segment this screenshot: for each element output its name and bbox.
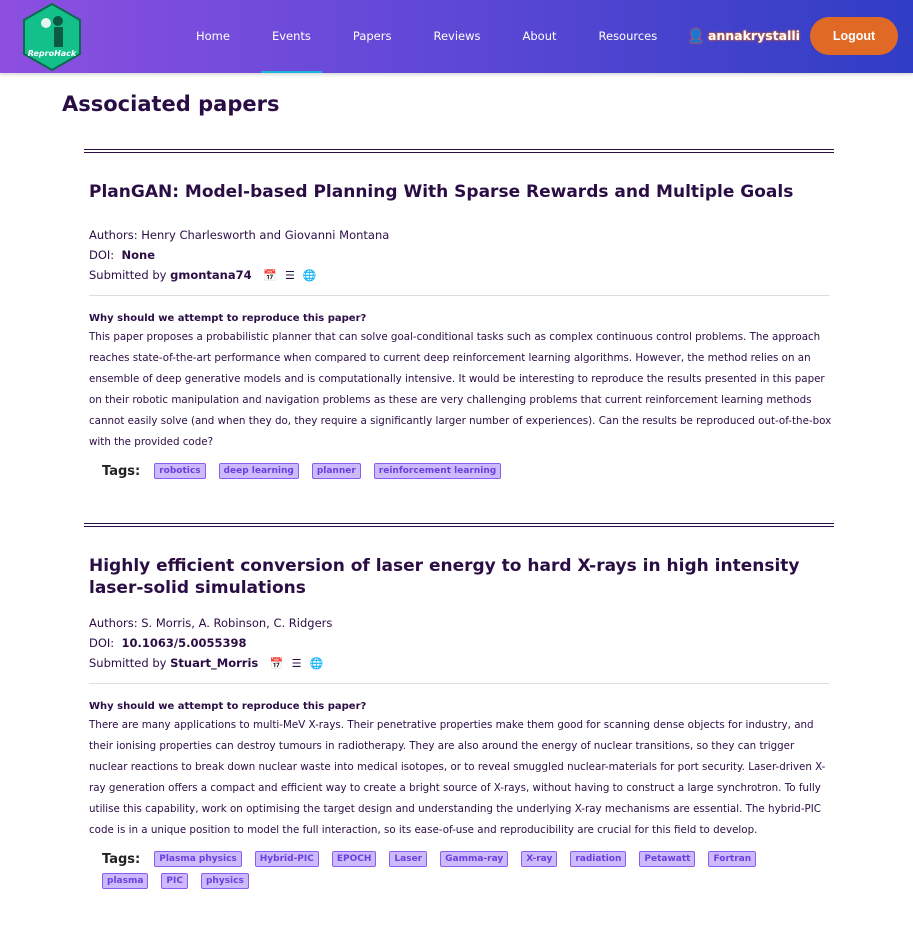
authors-label: Authors: xyxy=(89,616,138,630)
paper-card: Highly efficient conversion of laser ene… xyxy=(84,523,834,889)
paper-authors: Authors: Henry Charlesworth and Giovanni… xyxy=(89,225,834,245)
tag[interactable]: physics xyxy=(200,873,249,889)
tag[interactable]: EPOCH xyxy=(331,851,377,867)
paper-doi: DOI: 10.1063/5.0055398 xyxy=(89,633,834,653)
authors-value: Henry Charlesworth and Giovanni Montana xyxy=(141,228,390,242)
globe-icon[interactable]: 🌐 xyxy=(303,266,317,286)
tag[interactable]: radiation xyxy=(570,851,627,867)
submitter-name: gmontana74 xyxy=(170,268,252,282)
nav-papers[interactable]: Papers xyxy=(342,0,403,73)
user-icon: 👤 xyxy=(688,28,704,43)
tag[interactable]: reinforcement learning xyxy=(373,463,502,479)
tag[interactable]: planner xyxy=(311,463,361,479)
tag[interactable]: robotics xyxy=(154,463,206,479)
why-heading: Why should we attempt to reproduce this … xyxy=(89,313,367,324)
doi-label: DOI: xyxy=(89,636,115,650)
why-text: This paper proposes a probabilistic plan… xyxy=(89,331,832,448)
tag[interactable]: Plasma physics xyxy=(154,851,242,867)
tags-label: Tags: xyxy=(102,851,141,867)
main-menu: Home Events Papers Reviews About Resourc… xyxy=(175,0,678,73)
nav-home[interactable]: Home xyxy=(185,0,241,73)
why-text: There are many applications to multi-MeV… xyxy=(89,719,826,836)
page-title: Associated papers xyxy=(62,92,280,116)
separator xyxy=(89,683,829,684)
nav-resources[interactable]: Resources xyxy=(588,0,669,73)
tag[interactable]: PIC xyxy=(161,873,188,889)
paper-title[interactable]: PlanGAN: Model-based Planning With Spars… xyxy=(89,181,834,203)
svg-text:ReproHack: ReproHack xyxy=(28,49,77,58)
nav-about[interactable]: About xyxy=(512,0,568,73)
tag[interactable]: Laser xyxy=(389,851,428,867)
paper-authors: Authors: S. Morris, A. Robinson, C. Ridg… xyxy=(89,613,834,633)
submitted-by-label: Submitted by xyxy=(89,656,167,670)
reprohack-logo[interactable]: ReproHack xyxy=(22,3,82,71)
logout-button[interactable]: Logout xyxy=(810,17,898,55)
calendar-icon[interactable]: 📅 xyxy=(270,654,284,674)
doi-label: DOI: xyxy=(89,248,115,262)
tag-list: Tags: Plasma physics Hybrid-PIC EPOCH Laser… xyxy=(102,851,822,889)
navbar: ReproHack Home Events Papers Reviews Abo… xyxy=(0,0,913,73)
list-icon[interactable]: ☰ xyxy=(285,266,295,286)
paper-doi: DOI: None xyxy=(89,245,834,265)
paper-title[interactable]: Highly efficient conversion of laser ene… xyxy=(89,555,834,599)
user-menu[interactable]: 👤 annakrystalli xyxy=(688,28,800,44)
tag[interactable]: Hybrid-PIC xyxy=(254,851,319,867)
why-heading: Why should we attempt to reproduce this … xyxy=(89,701,367,712)
globe-icon[interactable]: 🌐 xyxy=(309,654,323,674)
list-icon[interactable]: ☰ xyxy=(292,654,302,674)
tag[interactable]: deep learning xyxy=(218,463,299,479)
doi-value: None xyxy=(121,248,156,262)
authors-label: Authors: xyxy=(89,228,138,242)
authors-value: S. Morris, A. Robinson, C. Ridgers xyxy=(141,616,333,630)
calendar-icon[interactable]: 📅 xyxy=(263,266,277,286)
tag[interactable]: Fortran xyxy=(708,851,757,867)
nav-reviews[interactable]: Reviews xyxy=(422,0,491,73)
tag[interactable]: plasma xyxy=(102,873,149,889)
tags-label: Tags: xyxy=(102,463,141,479)
divider xyxy=(84,149,834,153)
tag[interactable]: Petawatt xyxy=(639,851,696,867)
divider xyxy=(84,523,834,527)
tag[interactable]: X-ray xyxy=(521,851,558,867)
paper-submitter: Submitted by gmontana74 📅 ☰ 🌐 xyxy=(89,265,834,286)
paper-submitter: Submitted by Stuart_Morris 📅 ☰ 🌐 xyxy=(89,653,834,674)
tag-list: Tags: robotics deep learning planner reinfo… xyxy=(102,463,822,479)
separator xyxy=(89,295,829,296)
nav-events[interactable]: Events xyxy=(260,0,322,73)
submitter-name: Stuart_Morris xyxy=(170,656,259,670)
doi-value[interactable]: 10.1063/5.0055398 xyxy=(122,636,247,650)
submitted-by-label: Submitted by xyxy=(89,268,167,282)
username: annakrystalli xyxy=(707,28,800,43)
paper-card: PlanGAN: Model-based Planning With Spars… xyxy=(84,149,834,479)
tag[interactable]: Gamma-ray xyxy=(440,851,509,867)
